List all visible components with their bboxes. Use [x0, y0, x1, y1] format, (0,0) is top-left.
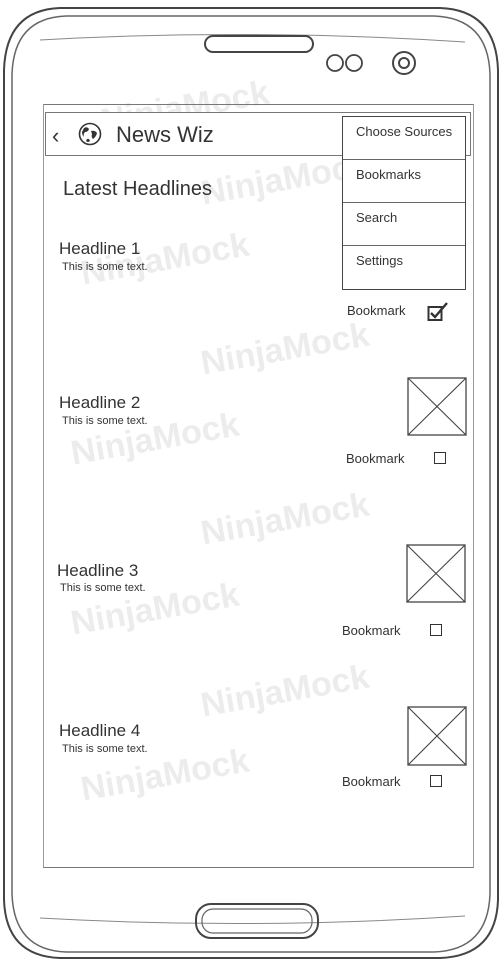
image-placeholder-icon: [407, 377, 467, 436]
overflow-menu: Choose Sources Bookmarks Search Settings: [342, 116, 466, 290]
section-title: Latest Headlines: [63, 178, 212, 200]
headline-text: This is some text.: [62, 261, 148, 273]
image-placeholder-icon: [406, 544, 466, 603]
bookmark-label: Bookmark: [342, 623, 401, 638]
menu-item-choose-sources[interactable]: Choose Sources: [343, 117, 465, 160]
checked-checkbox-icon[interactable]: [427, 302, 451, 322]
menu-item-search[interactable]: Search: [343, 203, 465, 246]
headline-title[interactable]: Headline 1: [59, 239, 140, 259]
bookmark-label: Bookmark: [342, 774, 401, 789]
menu-item-settings[interactable]: Settings: [343, 246, 465, 289]
bookmark-checkbox[interactable]: [430, 624, 442, 636]
headline-title[interactable]: Headline 2: [59, 393, 140, 413]
headline-title[interactable]: Headline 3: [57, 561, 138, 581]
bookmark-checkbox[interactable]: [430, 775, 442, 787]
app-title: News Wiz: [116, 122, 214, 147]
bookmark-checkbox[interactable]: [434, 452, 446, 464]
camera-icon: [392, 51, 416, 75]
headline-text: This is some text.: [62, 743, 148, 755]
bookmark-label: Bookmark: [346, 451, 405, 466]
chevron-left-icon[interactable]: ‹: [52, 123, 59, 149]
globe-icon: [78, 122, 102, 146]
headline-text: This is some text.: [60, 582, 146, 594]
image-placeholder-icon: [407, 706, 467, 766]
headline-title[interactable]: Headline 4: [59, 721, 140, 741]
headline-text: This is some text.: [62, 415, 148, 427]
sensor-icon: [326, 54, 344, 72]
bookmark-label: Bookmark: [347, 303, 406, 318]
menu-item-bookmarks[interactable]: Bookmarks: [343, 160, 465, 203]
speaker-icon: [204, 35, 314, 53]
sensor-icon: [345, 54, 363, 72]
